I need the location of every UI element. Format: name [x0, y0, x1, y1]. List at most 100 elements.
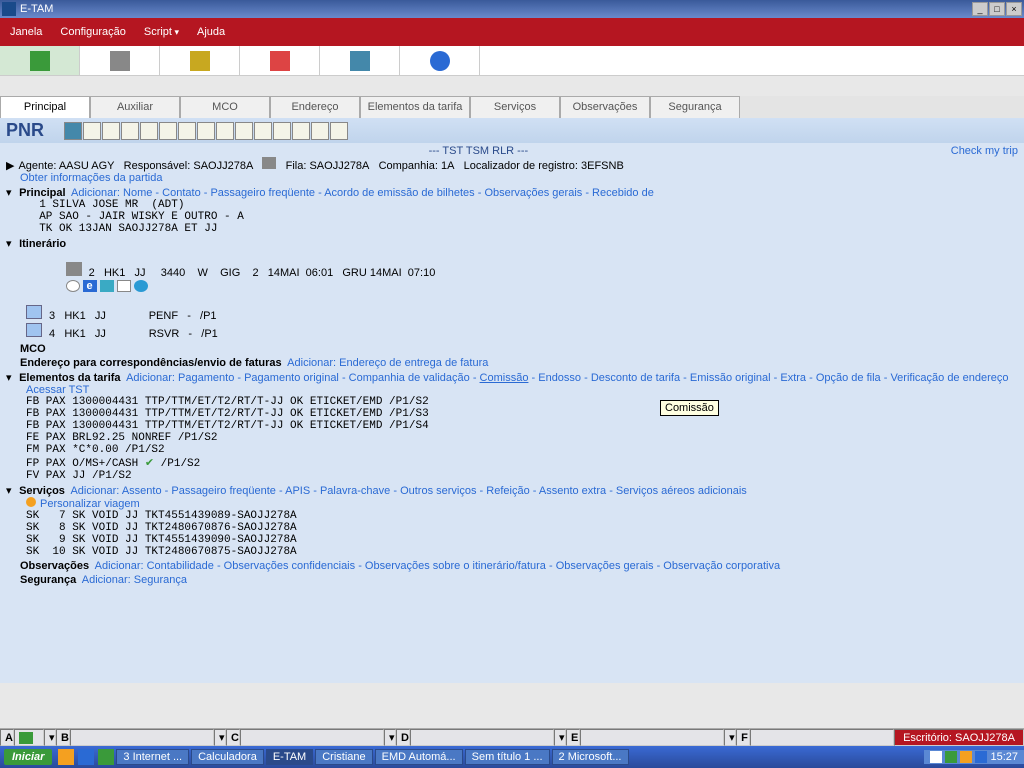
tab-principal[interactable]: Principal [0, 96, 90, 118]
tray-icon[interactable] [945, 751, 957, 763]
toolbar-btn-3[interactable] [160, 46, 240, 75]
link-contabilidade[interactable]: Contabilidade [147, 560, 214, 572]
toolbar-btn-5[interactable] [320, 46, 400, 75]
link-comissao[interactable]: Comissão [480, 372, 529, 384]
mini-icon-13[interactable] [292, 122, 310, 140]
check-my-trip-link[interactable]: Check my trip [951, 145, 1018, 157]
link-seguranca[interactable]: Segurança [134, 574, 187, 586]
tray-icon[interactable] [960, 751, 972, 763]
link-extra[interactable]: Extra [780, 372, 806, 384]
collapse-caret[interactable]: ▾ [6, 484, 16, 497]
link-acordo[interactable]: Acordo de emissão de bilhetes [324, 187, 474, 199]
expand-caret[interactable]: ▶ [6, 159, 16, 172]
link-pax-freq[interactable]: Passageiro freqüente [210, 187, 315, 199]
collapse-caret[interactable]: ▾ [6, 237, 16, 250]
card-icon[interactable] [117, 280, 131, 292]
eticket-icon[interactable]: e [83, 280, 97, 292]
mini-icon-11[interactable] [254, 122, 272, 140]
link-acessar-tst[interactable]: Acessar TST [26, 384, 89, 396]
mini-icon-12[interactable] [273, 122, 291, 140]
status-drop-c[interactable]: ▾ [384, 729, 396, 746]
collapse-caret[interactable]: ▾ [6, 371, 16, 384]
menu-script[interactable]: Script [144, 26, 179, 38]
link-emissao-orig[interactable]: Emissão original [690, 372, 771, 384]
seat-icon[interactable] [100, 280, 114, 292]
link-assento[interactable]: Assento [122, 485, 162, 497]
link-personalizar[interactable]: Personalizar viagem [40, 498, 140, 510]
status-field-b[interactable] [70, 729, 214, 746]
task-item[interactable]: Sem título 1 ... [465, 749, 550, 765]
task-item[interactable]: Cristiane [315, 749, 372, 765]
collapse-caret[interactable]: ▾ [6, 186, 16, 199]
status-field-e[interactable] [580, 729, 724, 746]
tray-icon[interactable] [930, 751, 942, 763]
tab-mco[interactable]: MCO [180, 96, 270, 118]
quicklaunch-icon[interactable] [78, 749, 94, 765]
status-field-f[interactable] [750, 729, 894, 746]
toolbar-btn-2[interactable] [80, 46, 160, 75]
link-obs-gerais[interactable]: Observações gerais [484, 187, 582, 199]
mini-icon-10[interactable] [235, 122, 253, 140]
mini-icon-4[interactable] [121, 122, 139, 140]
minimize-button[interactable]: _ [972, 2, 988, 16]
tab-servicos[interactable]: Serviços [470, 96, 560, 118]
tab-endereco[interactable]: Endereço [270, 96, 360, 118]
link-opcao-fila[interactable]: Opção de fila [816, 372, 881, 384]
link-obs-itin[interactable]: Observações sobre o itinerário/fatura [365, 560, 546, 572]
link-refeicao[interactable]: Refeição [486, 485, 529, 497]
tab-seguranca[interactable]: Segurança [650, 96, 740, 118]
link-apis[interactable]: APIS [285, 485, 310, 497]
link-verif-endereco[interactable]: Verificação de endereço [890, 372, 1008, 384]
link-desconto[interactable]: Desconto de tarifa [591, 372, 680, 384]
mini-icon-3[interactable] [102, 122, 120, 140]
quicklaunch-icon[interactable] [58, 749, 74, 765]
maximize-button[interactable]: □ [989, 2, 1005, 16]
status-drop-a[interactable]: ▾ [44, 729, 56, 746]
status-field-d[interactable] [410, 729, 554, 746]
mini-icon-15[interactable] [330, 122, 348, 140]
link-obs-gerais2[interactable]: Observações gerais [556, 560, 654, 572]
start-button[interactable]: Iniciar [4, 749, 52, 765]
link-palavra[interactable]: Palavra-chave [320, 485, 390, 497]
link-pax-freq2[interactable]: Passageiro freqüente [171, 485, 276, 497]
mini-icon-8[interactable] [197, 122, 215, 140]
toolbar-btn-4[interactable] [240, 46, 320, 75]
link-serv-aereos[interactable]: Serviços aéreos adicionais [616, 485, 747, 497]
obter-info-link[interactable]: Obter informações da partida [20, 172, 162, 184]
mini-icon-9[interactable] [216, 122, 234, 140]
quicklaunch-icon[interactable] [98, 749, 114, 765]
info-icon[interactable] [134, 280, 148, 292]
printer-icon[interactable] [262, 157, 276, 169]
tab-auxiliar[interactable]: Auxiliar [90, 96, 180, 118]
link-outros[interactable]: Outros serviços [400, 485, 476, 497]
clock-icon[interactable] [66, 280, 80, 292]
task-item[interactable]: Calculadora [191, 749, 264, 765]
menu-ajuda[interactable]: Ajuda [197, 26, 225, 38]
link-pagamento[interactable]: Pagamento [178, 372, 234, 384]
mini-icon-5[interactable] [140, 122, 158, 140]
link-cia-valid[interactable]: Companhia de validação [349, 372, 470, 384]
close-button[interactable]: × [1006, 2, 1022, 16]
link-nome[interactable]: Nome [123, 187, 152, 199]
task-item[interactable]: 3 Internet ... [116, 749, 189, 765]
toolbar-btn-6[interactable] [400, 46, 480, 75]
status-icon-a[interactable] [14, 729, 44, 746]
link-endosso[interactable]: Endosso [538, 372, 581, 384]
link-recebido[interactable]: Recebido de [592, 187, 654, 199]
task-item[interactable]: EMD Automá... [375, 749, 463, 765]
menu-janela[interactable]: Janela [10, 26, 42, 38]
link-obs-conf[interactable]: Observações confidenciais [224, 560, 355, 572]
link-endereco-fatura[interactable]: Endereço de entrega de fatura [339, 357, 488, 369]
task-item[interactable]: 2 Microsoft... [552, 749, 629, 765]
menu-configuracao[interactable]: Configuração [60, 26, 125, 38]
status-field-c[interactable] [240, 729, 384, 746]
status-drop-d[interactable]: ▾ [554, 729, 566, 746]
tray-icon[interactable] [975, 751, 987, 763]
mini-icon-6[interactable] [159, 122, 177, 140]
link-obs-corp[interactable]: Observação corporativa [663, 560, 780, 572]
status-drop-b[interactable]: ▾ [214, 729, 226, 746]
link-contato[interactable]: Contato [162, 187, 201, 199]
mini-icon-2[interactable] [83, 122, 101, 140]
mini-icon-14[interactable] [311, 122, 329, 140]
task-item-active[interactable]: E-TAM [266, 749, 313, 765]
